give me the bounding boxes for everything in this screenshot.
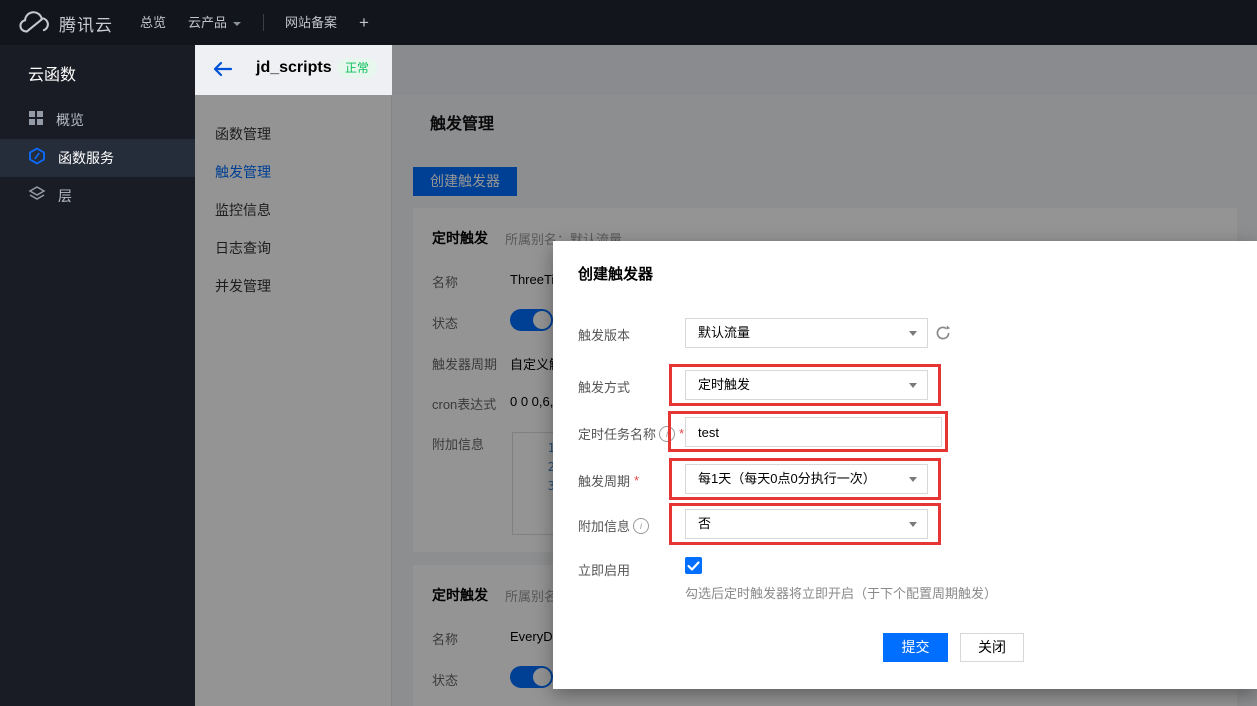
sidebar-item-function-service[interactable]: 函数服务	[0, 139, 195, 177]
brand-name: 腾讯云	[59, 13, 113, 38]
refresh-icon[interactable]	[934, 324, 952, 342]
trigger-period-select[interactable]: 每1天（每天0点0分执行一次）	[685, 464, 928, 494]
create-trigger-modal: 创建触发器 触发版本 默认流量 触发方式 定时触发 定时任务名称i* 触发周	[553, 241, 1257, 689]
chevron-down-icon	[909, 477, 917, 482]
task-name-input[interactable]	[685, 417, 942, 447]
info-icon[interactable]: i	[633, 518, 649, 534]
function-name: jd_scripts	[256, 59, 332, 77]
nav-beian[interactable]: 网站备案	[285, 0, 337, 45]
chevron-down-icon	[909, 331, 917, 336]
product-title: 云函数	[28, 61, 76, 85]
top-navbar: 腾讯云 总览 云产品 网站备案 +	[0, 0, 1257, 45]
nav-products[interactable]: 云产品	[188, 0, 241, 45]
modal-title: 创建触发器	[578, 263, 653, 284]
task-name-label: 定时任务名称i*	[578, 424, 684, 443]
extra-info-select[interactable]: 否	[685, 509, 928, 539]
trigger-period-label: 触发周期*	[578, 471, 639, 490]
enable-now-checkbox-checked[interactable]	[685, 557, 702, 574]
sidebar-item-overview[interactable]: 概览	[0, 101, 195, 139]
product-sidebar: 云函数 概览 函数服务	[0, 45, 195, 706]
function-header: jd_scripts 正常	[195, 45, 392, 95]
grid-icon	[28, 110, 44, 131]
hexagon-function-icon	[28, 147, 46, 170]
tencent-cloud-logo[interactable]: 腾讯云	[18, 10, 113, 40]
nav-divider	[263, 14, 264, 31]
required-asterisk: *	[679, 426, 684, 441]
status-badge: 正常	[337, 58, 377, 78]
nav-add-tab-button[interactable]: +	[359, 0, 369, 45]
trigger-version-select[interactable]: 默认流量	[685, 318, 928, 348]
layers-icon	[28, 185, 46, 208]
chevron-down-icon	[909, 522, 917, 527]
sidebar-item-layers[interactable]: 层	[0, 177, 195, 215]
chevron-down-icon	[233, 22, 241, 26]
trigger-method-label: 触发方式	[578, 377, 630, 396]
extra-info-label: 附加信息i	[578, 516, 649, 535]
trigger-method-select[interactable]: 定时触发	[685, 370, 928, 400]
close-button[interactable]: 关闭	[960, 633, 1024, 662]
tencent-cloud-console: 腾讯云 总览 云产品 网站备案 + 云函数 概览	[0, 0, 1257, 706]
submit-button[interactable]: 提交	[883, 633, 948, 662]
info-icon[interactable]: i	[659, 426, 675, 442]
enable-now-label: 立即启用	[578, 560, 630, 579]
trigger-version-label: 触发版本	[578, 325, 630, 344]
cloud-logo-icon	[18, 10, 50, 40]
enable-now-hint: 勾选后定时触发器将立即开启（于下个配置周期触发）	[685, 583, 997, 602]
back-arrow-icon[interactable]	[211, 60, 235, 80]
chevron-down-icon	[909, 383, 917, 388]
required-asterisk: *	[634, 473, 639, 488]
nav-overview[interactable]: 总览	[140, 0, 166, 45]
